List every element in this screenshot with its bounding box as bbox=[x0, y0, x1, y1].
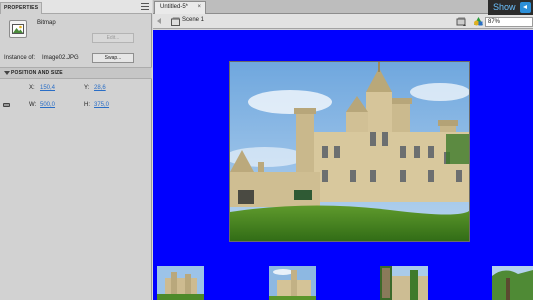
document-title: Untitled-5* bbox=[160, 4, 189, 10]
scene-label[interactable]: Scene 1 bbox=[182, 17, 204, 23]
w-label: W: bbox=[29, 102, 37, 108]
show-label: Show bbox=[493, 2, 516, 12]
w-value[interactable]: 500,0 bbox=[40, 102, 55, 108]
x-label: X: bbox=[29, 85, 35, 91]
scene-icon bbox=[171, 17, 180, 26]
edit-scene-icon[interactable] bbox=[456, 16, 467, 27]
section-title: POSITION AND SIZE bbox=[11, 70, 63, 76]
bitmap-icon bbox=[9, 20, 27, 38]
edit-button[interactable]: Edit... bbox=[92, 33, 134, 43]
properties-panel: PROPERTIES Bitmap Edit... Instance of: I… bbox=[0, 0, 152, 300]
show-widget[interactable]: Show bbox=[488, 0, 533, 15]
tab-document[interactable]: Untitled-5* × bbox=[154, 1, 206, 14]
x-value[interactable]: 150,4 bbox=[40, 85, 55, 91]
edit-symbol-icon[interactable] bbox=[473, 16, 484, 27]
y-label: Y: bbox=[84, 85, 90, 91]
thumbnail-image[interactable] bbox=[380, 266, 428, 300]
panel-menu-icon[interactable] bbox=[141, 3, 149, 10]
instance-of-label: Instance of: bbox=[4, 55, 36, 61]
thumbnail-image[interactable] bbox=[492, 266, 533, 300]
stage[interactable] bbox=[153, 30, 533, 300]
position-size-section-header[interactable]: POSITION AND SIZE bbox=[0, 67, 152, 79]
properties-tab-bar: PROPERTIES bbox=[0, 0, 152, 14]
stage-bitmap-photo[interactable] bbox=[229, 61, 470, 242]
close-icon[interactable]: × bbox=[197, 2, 201, 13]
edit-bar: Scene 1 bbox=[153, 14, 533, 29]
h-value[interactable]: 375,0 bbox=[94, 102, 109, 108]
back-arrow-icon[interactable] bbox=[157, 18, 161, 24]
swap-button[interactable]: Swap... bbox=[92, 53, 134, 63]
symbol-type-label: Bitmap bbox=[37, 20, 56, 26]
instance-name: Image02.JPG bbox=[42, 55, 79, 61]
document-tab-bar: Untitled-5* × bbox=[153, 0, 533, 14]
tab-properties[interactable]: PROPERTIES bbox=[0, 2, 43, 14]
thumbnail-image[interactable] bbox=[157, 266, 204, 300]
zoom-field[interactable]: 87% bbox=[485, 17, 533, 27]
collapse-arrow-icon[interactable] bbox=[4, 71, 10, 75]
show-icon[interactable] bbox=[520, 2, 531, 13]
thumbnail-image[interactable] bbox=[269, 266, 316, 300]
lock-icon[interactable] bbox=[3, 103, 10, 107]
document-area: Untitled-5* × Scene 1 87% bbox=[153, 0, 533, 300]
y-value[interactable]: 28,6 bbox=[94, 85, 106, 91]
h-label: H: bbox=[84, 102, 90, 108]
